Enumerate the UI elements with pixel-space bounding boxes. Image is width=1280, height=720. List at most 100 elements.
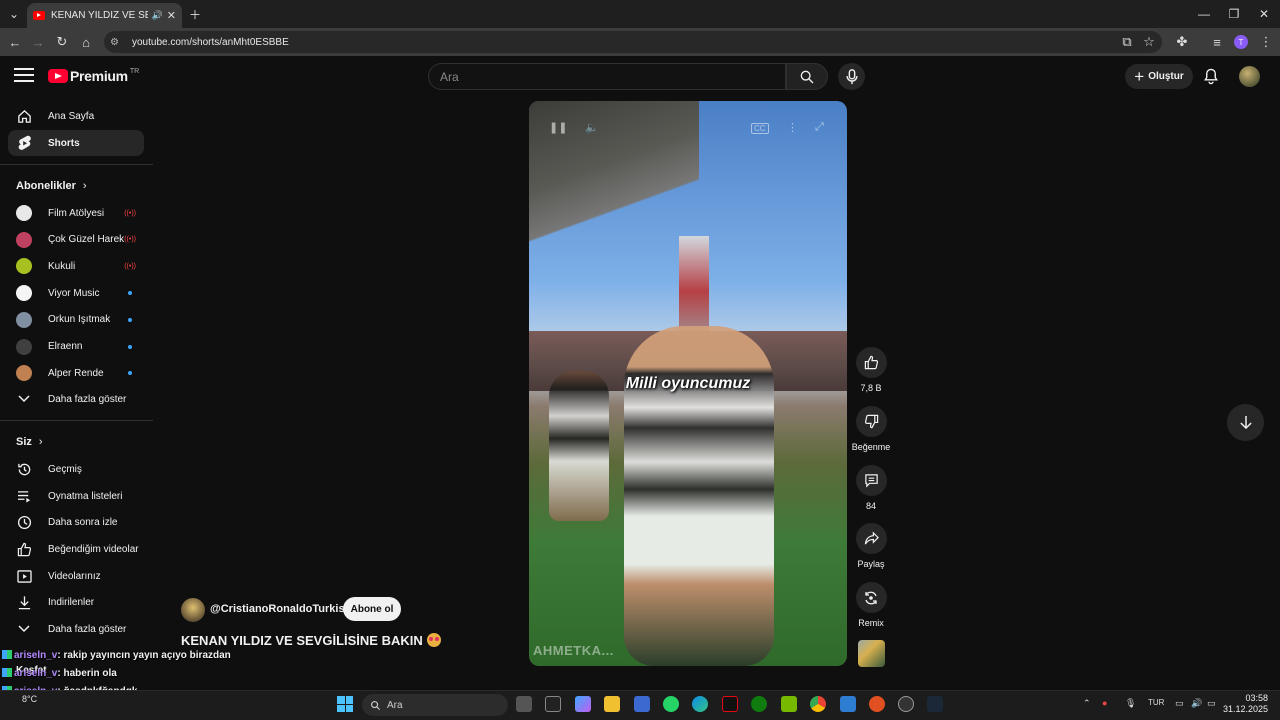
chrome-icon[interactable] bbox=[810, 696, 826, 712]
browser-menu-icon[interactable]: ⋮ bbox=[1256, 32, 1276, 52]
xbox-icon[interactable] bbox=[751, 696, 767, 712]
tray-mic-icon[interactable]: 🎙 bbox=[1125, 698, 1136, 709]
extensions-icon[interactable]: ✤ bbox=[1172, 32, 1192, 52]
notifications-button[interactable] bbox=[1201, 66, 1221, 86]
search-button[interactable] bbox=[786, 63, 828, 90]
sidebar-item-subscription[interactable]: Orkun Işıtmak bbox=[8, 307, 144, 333]
taskbar-search[interactable]: Ara bbox=[362, 694, 508, 716]
sidebar-item-watch-later[interactable]: Daha sonra izle bbox=[8, 509, 144, 535]
chat-badge-icon bbox=[2, 668, 12, 677]
battery-icon[interactable]: ▭ bbox=[1207, 698, 1216, 709]
account-avatar[interactable] bbox=[1239, 66, 1260, 87]
shorts-video-player[interactable]: Milli oyuncumuz AHMETKA... ❚❚ 🔈 CC ⋮ ⤢ bbox=[529, 101, 847, 666]
whatsapp-icon[interactable] bbox=[663, 696, 679, 712]
next-short-button[interactable] bbox=[1227, 404, 1264, 441]
subscriptions-show-more[interactable]: Daha fazla göster bbox=[8, 386, 144, 412]
sidebar-item-subscription[interactable]: Kukuli ((•)) bbox=[8, 253, 144, 279]
site-info-icon[interactable]: ⚙ bbox=[110, 37, 124, 48]
you-show-more[interactable]: Daha fazla göster bbox=[8, 616, 144, 642]
language-indicator[interactable]: TUR bbox=[1148, 698, 1164, 707]
volume-icon[interactable]: 🔊 bbox=[1191, 698, 1202, 709]
chevron-down-icon bbox=[16, 621, 32, 637]
reading-list-icon[interactable]: ≡ bbox=[1207, 32, 1227, 52]
sidebar-item-subscription[interactable]: Elraenn bbox=[8, 334, 144, 360]
comments-button[interactable]: 84 bbox=[851, 465, 891, 511]
sidebar-divider bbox=[0, 164, 153, 165]
like-button[interactable]: 7,8 B bbox=[851, 347, 891, 393]
you-title: Siz bbox=[16, 436, 32, 448]
remix-button[interactable]: Remix bbox=[851, 582, 891, 628]
video-title-text: KENAN YILDIZ VE SEVGİLİSİNE BAKIN bbox=[181, 633, 423, 648]
sidebar-item-liked-videos[interactable]: Beğendiğim videolar bbox=[8, 536, 144, 562]
pause-icon[interactable]: ❚❚ bbox=[549, 121, 567, 134]
taskbar-clock[interactable]: 03:58 31.12.2025 bbox=[1222, 693, 1268, 715]
sidebar-item-subscription[interactable]: Alper Rende bbox=[8, 360, 144, 386]
nvidia-icon[interactable] bbox=[781, 696, 797, 712]
sidebar-item-playlists[interactable]: Oynatma listeleri bbox=[8, 483, 144, 509]
sidebar-item-your-videos[interactable]: Videolarınız bbox=[8, 563, 144, 589]
sound-thumbnail[interactable] bbox=[858, 640, 885, 667]
network-icon[interactable]: ▭ bbox=[1175, 698, 1184, 709]
channel-handle[interactable]: @CristianoRonaldoTurkish bbox=[210, 603, 351, 615]
sidebar-item-subscription[interactable]: Viyor Music bbox=[8, 280, 144, 306]
close-tab-icon[interactable]: ✕ bbox=[167, 9, 176, 22]
address-bar[interactable]: ⚙ youtube.com/shorts/anMht0ESBBE bbox=[104, 31, 1162, 53]
steam-icon[interactable] bbox=[927, 696, 943, 712]
install-icon[interactable]: ⧉ bbox=[1117, 32, 1137, 52]
file-explorer-icon[interactable] bbox=[604, 696, 620, 712]
chat-text: : haberin ola bbox=[57, 668, 117, 679]
channel-avatar[interactable] bbox=[181, 598, 205, 622]
mail-icon[interactable] bbox=[840, 696, 856, 712]
sidebar-item-subscription[interactable]: Film Atölyesi ((•)) bbox=[8, 200, 144, 226]
sidebar-item-label: Ana Sayfa bbox=[48, 110, 95, 122]
windows-start-icon[interactable] bbox=[337, 696, 353, 712]
reload-icon[interactable]: ↻ bbox=[52, 32, 72, 52]
store-icon[interactable] bbox=[634, 696, 650, 712]
home-icon[interactable]: ⌂ bbox=[76, 32, 96, 52]
tray-chevron-up-icon[interactable]: ⌃ bbox=[1083, 698, 1091, 709]
edge-icon[interactable] bbox=[692, 696, 708, 712]
epic-games-icon[interactable] bbox=[545, 696, 561, 712]
restore-button[interactable]: ❐ bbox=[1223, 3, 1245, 25]
origin-icon[interactable] bbox=[869, 696, 885, 712]
share-button[interactable]: Paylaş bbox=[851, 523, 891, 569]
sidebar-item-shorts[interactable]: Shorts bbox=[8, 130, 144, 156]
home-icon bbox=[16, 108, 32, 124]
task-view-icon[interactable] bbox=[516, 696, 532, 712]
minimize-button[interactable]: — bbox=[1193, 3, 1215, 25]
tray-app-icon[interactable]: ● bbox=[1102, 698, 1107, 708]
fullscreen-icon[interactable]: ⤢ bbox=[815, 121, 824, 134]
sidebar-item-history[interactable]: Geçmiş bbox=[8, 456, 144, 482]
voice-search-button[interactable] bbox=[838, 63, 865, 90]
remix-icon bbox=[855, 582, 887, 613]
create-button[interactable]: + Oluştur bbox=[1125, 64, 1193, 89]
subscribe-button[interactable]: Abone ol bbox=[343, 597, 401, 621]
subscriptions-heading[interactable]: Abonelikler › bbox=[16, 180, 87, 192]
you-heading[interactable]: Siz › bbox=[16, 436, 43, 448]
profile-avatar[interactable]: T bbox=[1234, 35, 1248, 49]
obs-icon[interactable] bbox=[898, 696, 914, 712]
netflix-icon[interactable] bbox=[722, 696, 738, 712]
show-more-label: Daha fazla göster bbox=[48, 393, 127, 405]
dislike-button[interactable]: Beğenme bbox=[851, 406, 891, 452]
bookmark-star-icon[interactable]: ☆ bbox=[1139, 32, 1159, 52]
forward-icon[interactable]: → bbox=[28, 32, 48, 52]
search-input[interactable]: Ara bbox=[428, 63, 786, 90]
tab-search-button[interactable]: ⌄ bbox=[3, 3, 25, 25]
video-title[interactable]: KENAN YILDIZ VE SEVGİLİSİNE BAKIN bbox=[181, 633, 441, 648]
close-window-button[interactable]: ✕ bbox=[1253, 3, 1275, 25]
new-tab-button[interactable]: ＋ bbox=[184, 3, 206, 25]
volume-icon[interactable]: 🔈 bbox=[585, 121, 599, 134]
hamburger-menu-icon[interactable] bbox=[14, 68, 34, 84]
sidebar-item-downloads[interactable]: İndirilenler bbox=[8, 589, 144, 615]
youtube-logo[interactable]: Premium TR bbox=[48, 68, 139, 84]
sidebar-item-subscription[interactable]: Çok Güzel Harek... ((•)) bbox=[8, 227, 144, 253]
speaker-icon[interactable]: 🔊 bbox=[152, 10, 163, 21]
copilot-icon[interactable] bbox=[575, 696, 591, 712]
captions-icon[interactable]: CC bbox=[751, 123, 769, 134]
sidebar-item-home[interactable]: Ana Sayfa bbox=[8, 103, 144, 129]
back-icon[interactable]: ← bbox=[5, 32, 25, 52]
more-options-icon[interactable]: ⋮ bbox=[787, 121, 798, 134]
weather-widget[interactable]: 8°C bbox=[22, 694, 37, 704]
browser-tab[interactable]: KENAN YILDIZ VE SEVGİLİSİNE 🔊 ✕ bbox=[27, 3, 182, 28]
